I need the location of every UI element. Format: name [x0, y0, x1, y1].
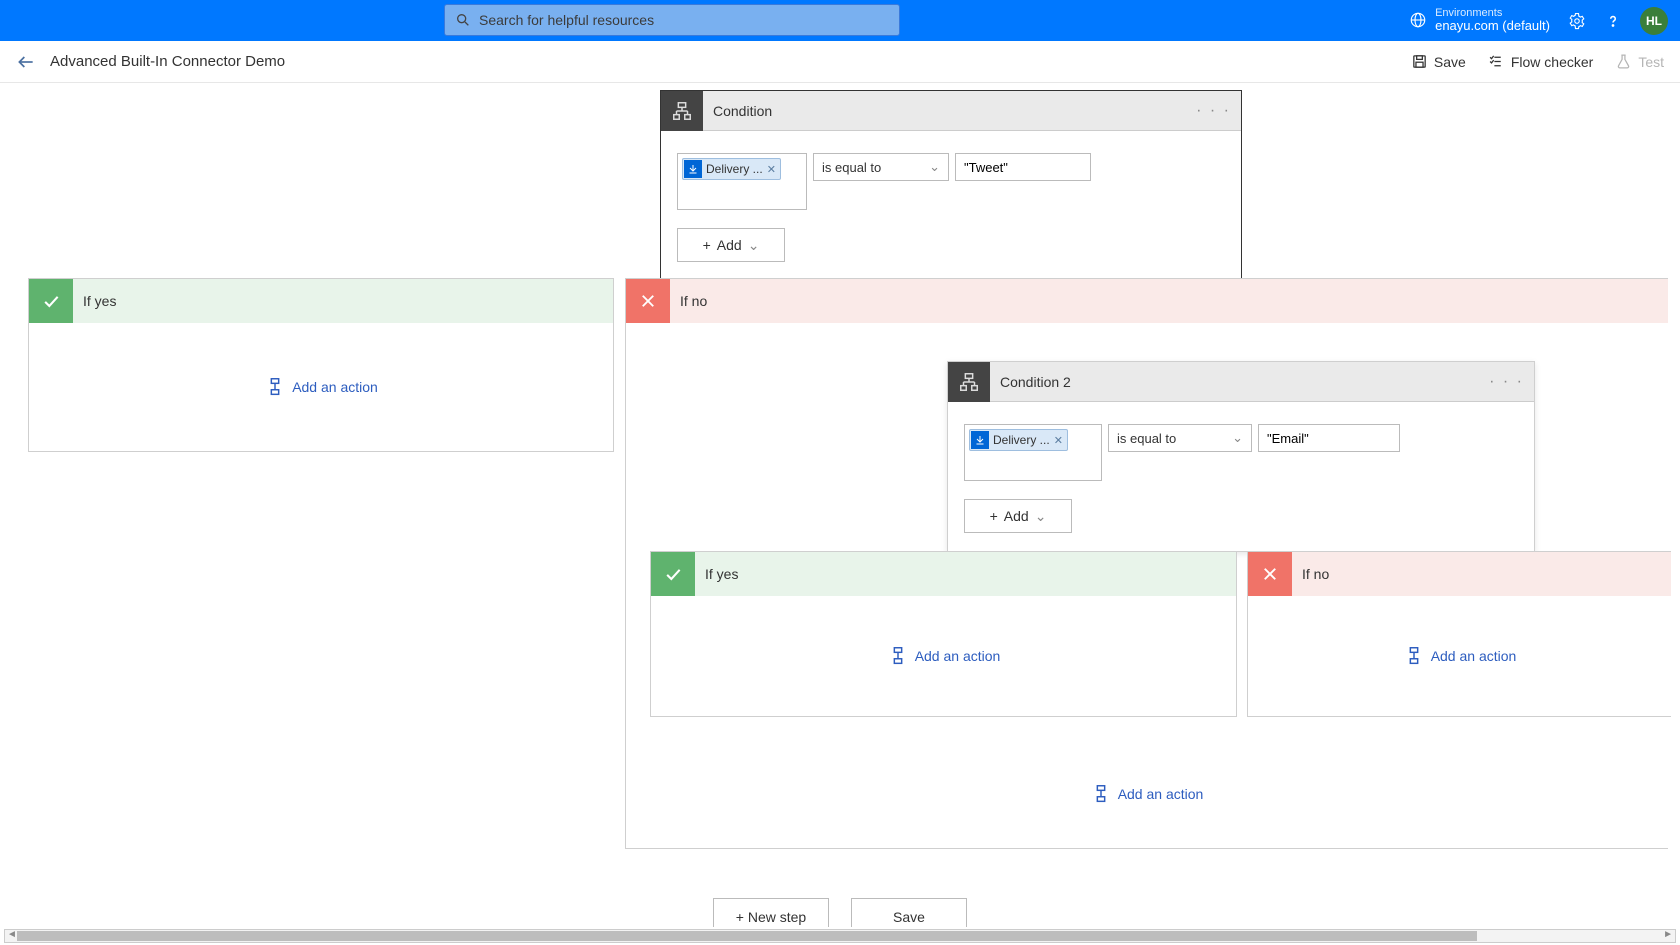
if-no-label: If no [1292, 552, 1671, 596]
flow-checker-label: Flow checker [1511, 54, 1593, 70]
token-label: Delivery ... [993, 433, 1050, 447]
if-no-branch-1: If no [625, 278, 1668, 323]
dynamic-token[interactable]: Delivery ... ✕ [969, 429, 1068, 451]
chevron-down-icon: ⌄ [929, 159, 940, 175]
search-input[interactable] [479, 12, 889, 28]
add-condition-row-button[interactable]: + Add ⌄ [964, 499, 1072, 533]
add-label: Add [717, 237, 742, 253]
help-icon[interactable] [1604, 12, 1622, 30]
if-yes-label: If yes [73, 279, 613, 323]
token-source-icon [684, 160, 702, 178]
condition-header[interactable]: Condition 2 · · · [948, 362, 1534, 402]
plus-icon: + [703, 237, 711, 253]
save-icon [1411, 53, 1428, 70]
condition-icon [661, 91, 703, 131]
add-action-button[interactable]: Add an action [1403, 645, 1517, 667]
globe-icon [1409, 11, 1427, 29]
save-button[interactable]: Save [1411, 53, 1466, 70]
scrollbar-thumb[interactable] [17, 931, 1477, 941]
canvas[interactable]: Condition · · · Delivery ... ✕ is equal … [0, 83, 1680, 927]
condition-menu-icon[interactable]: · · · [1489, 373, 1524, 391]
if-yes-label: If yes [695, 552, 1236, 596]
if-yes-branch-1: If yes Add an action [28, 278, 614, 452]
if-yes-branch-2: If yes Add an action [650, 551, 1237, 717]
flask-icon [1615, 53, 1632, 70]
token-source-icon [971, 431, 989, 449]
token-label: Delivery ... [706, 162, 763, 176]
x-icon [626, 279, 670, 323]
condition-icon [948, 362, 990, 402]
condition-card-1[interactable]: Condition · · · Delivery ... ✕ is equal … [660, 90, 1242, 281]
add-action-label: Add an action [1118, 786, 1204, 802]
chevron-down-icon: ⌄ [748, 237, 760, 254]
user-avatar[interactable]: HL [1640, 7, 1668, 35]
condition-title: Condition 2 [990, 374, 1489, 390]
add-action-label: Add an action [1431, 648, 1517, 664]
env-label: Environments [1435, 7, 1550, 19]
plus-icon: + [990, 508, 998, 524]
test-button[interactable]: Test [1615, 53, 1664, 70]
flow-checker-icon [1488, 53, 1505, 70]
flow-checker-button[interactable]: Flow checker [1488, 53, 1593, 70]
scroll-right-arrow-icon[interactable]: ► [1663, 929, 1673, 940]
condition-left-value[interactable]: Delivery ... ✕ [677, 153, 807, 210]
env-name: enayu.com (default) [1435, 19, 1550, 33]
environment-picker[interactable]: Environments enayu.com (default) [1409, 7, 1550, 33]
settings-gear-icon[interactable] [1568, 12, 1586, 30]
condition-operator-select[interactable]: is equal to ⌄ [813, 153, 949, 181]
condition-operator-select[interactable]: is equal to ⌄ [1108, 424, 1252, 452]
add-label: Add [1004, 508, 1029, 524]
add-condition-row-button[interactable]: + Add ⌄ [677, 228, 785, 262]
condition-header[interactable]: Condition · · · [661, 91, 1241, 131]
toolbar: Advanced Built-In Connector Demo Save Fl… [0, 41, 1680, 83]
condition-left-value[interactable]: Delivery ... ✕ [964, 424, 1102, 481]
search-icon [455, 12, 471, 28]
condition-title: Condition [703, 103, 1196, 119]
add-action-button[interactable]: Add an action [1090, 783, 1204, 805]
token-remove-icon[interactable]: ✕ [1054, 434, 1063, 447]
if-no-branch-2: If no Add an action [1247, 551, 1671, 717]
top-bar: Environments enayu.com (default) HL [0, 0, 1680, 41]
condition-right-value[interactable] [1258, 424, 1400, 452]
save-flow-button[interactable]: Save [851, 898, 967, 927]
horizontal-scrollbar[interactable]: ◄ ► [4, 929, 1676, 943]
chevron-down-icon: ⌄ [1232, 430, 1243, 446]
condition-card-2[interactable]: Condition 2 · · · Delivery ... ✕ is equa… [947, 361, 1535, 552]
scroll-left-arrow-icon[interactable]: ◄ [7, 929, 17, 940]
x-icon [1248, 552, 1292, 596]
new-step-button[interactable]: + New step [713, 898, 829, 927]
add-action-button[interactable]: Add an action [264, 376, 378, 398]
operator-label: is equal to [822, 160, 881, 175]
flow-title: Advanced Built-In Connector Demo [50, 53, 285, 70]
back-arrow-icon[interactable] [16, 52, 36, 72]
condition-right-value[interactable] [955, 153, 1091, 181]
test-label: Test [1638, 54, 1664, 70]
add-action-label: Add an action [292, 379, 378, 395]
operator-label: is equal to [1117, 431, 1176, 446]
add-action-label: Add an action [915, 648, 1001, 664]
check-icon [651, 552, 695, 596]
condition-menu-icon[interactable]: · · · [1196, 102, 1231, 120]
save-label: Save [1434, 54, 1466, 70]
chevron-down-icon: ⌄ [1035, 508, 1047, 525]
if-no-label: If no [670, 279, 1668, 323]
check-icon [29, 279, 73, 323]
search-container[interactable] [444, 4, 900, 36]
add-action-button[interactable]: Add an action [887, 645, 1001, 667]
dynamic-token[interactable]: Delivery ... ✕ [682, 158, 781, 180]
token-remove-icon[interactable]: ✕ [767, 163, 776, 176]
